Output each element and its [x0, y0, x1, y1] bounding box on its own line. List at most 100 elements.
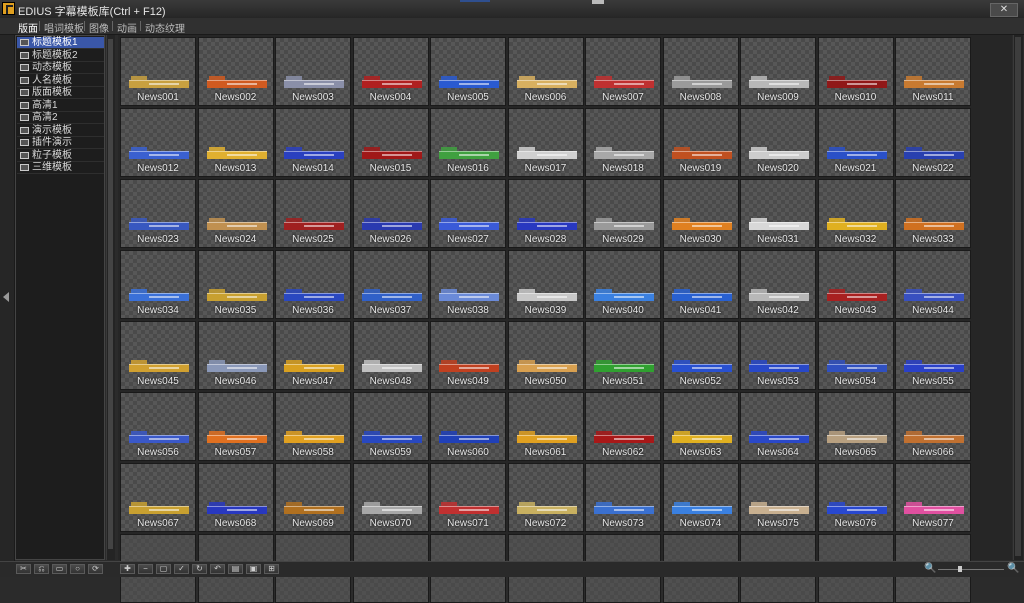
template-thumbnail[interactable]: News042	[740, 250, 816, 319]
tab-4[interactable]: 动态纹理	[145, 20, 185, 35]
tree-tool-button[interactable]: ▭	[52, 564, 67, 574]
template-thumbnail[interactable]: News036	[275, 250, 351, 319]
zoom-slider-thumb[interactable]	[957, 566, 962, 572]
template-thumbnail[interactable]: News010	[817, 37, 894, 106]
template-thumbnail[interactable]: News062	[585, 392, 661, 461]
grid-tool-button[interactable]: ✚	[120, 564, 135, 574]
grid-scrollbar-thumb[interactable]	[1015, 37, 1021, 556]
template-thumbnail[interactable]: News057	[197, 392, 274, 461]
template-thumbnail[interactable]: News023	[120, 179, 196, 248]
template-thumbnail[interactable]: News046	[197, 321, 274, 390]
template-thumbnail[interactable]: News053	[740, 321, 816, 390]
template-thumbnail[interactable]: News015	[352, 108, 429, 177]
template-thumbnail[interactable]: News069	[275, 463, 351, 532]
grid-tool-button[interactable]: ⊞	[264, 564, 279, 574]
template-thumbnail[interactable]: News009	[740, 37, 816, 106]
tree-item[interactable]: 插件演示	[17, 137, 104, 149]
template-thumbnail[interactable]: News075	[740, 463, 816, 532]
tree-scrollbar[interactable]	[106, 35, 115, 560]
template-thumbnail[interactable]: News047	[275, 321, 351, 390]
template-thumbnail[interactable]: News018	[585, 108, 661, 177]
template-thumbnail[interactable]: News063	[662, 392, 739, 461]
tree-item[interactable]: 三维模板	[17, 162, 104, 174]
template-thumbnail[interactable]: News040	[585, 250, 661, 319]
template-thumbnail[interactable]: News050	[507, 321, 584, 390]
template-thumbnail[interactable]: News024	[197, 179, 274, 248]
tree-tool-button[interactable]: ⟳	[88, 564, 103, 574]
template-thumbnail[interactable]: News061	[507, 392, 584, 461]
template-thumbnail[interactable]: News022	[895, 108, 971, 177]
template-thumbnail[interactable]: News043	[817, 250, 894, 319]
grid-tool-button[interactable]: ▤	[228, 564, 243, 574]
template-thumbnail[interactable]: News021	[817, 108, 894, 177]
template-thumbnail[interactable]: News026	[352, 179, 429, 248]
tree-item[interactable]: 演示模板	[17, 125, 104, 137]
tree-item[interactable]: 粒子模板	[17, 150, 104, 162]
zoom-in-icon[interactable]: 🔍	[1007, 563, 1019, 574]
template-thumbnail[interactable]: News070	[352, 463, 429, 532]
tree-item[interactable]: 标题模板2	[17, 50, 104, 62]
grid-tool-button[interactable]: ▣	[246, 564, 261, 574]
tab-2[interactable]: 图像	[89, 20, 109, 35]
panel-collapse-strip[interactable]	[0, 35, 15, 562]
template-thumbnail[interactable]: News037	[352, 250, 429, 319]
template-thumbnail[interactable]: News011	[895, 37, 971, 106]
template-thumbnail[interactable]: News054	[817, 321, 894, 390]
template-thumbnail[interactable]: News058	[275, 392, 351, 461]
template-thumbnail[interactable]: News008	[662, 37, 739, 106]
collapse-arrow-icon[interactable]	[3, 292, 9, 302]
template-thumbnail[interactable]: News017	[507, 108, 584, 177]
template-thumbnail[interactable]: News049	[430, 321, 506, 390]
template-thumbnail[interactable]: News039	[507, 250, 584, 319]
grid-tool-button[interactable]: ▢	[156, 564, 171, 574]
template-thumbnail[interactable]: News064	[740, 392, 816, 461]
grid-tool-button[interactable]: ✓	[174, 564, 189, 574]
template-thumbnail[interactable]: News035	[197, 250, 274, 319]
tree-item[interactable]: 高清2	[17, 112, 104, 124]
template-thumbnail[interactable]: News048	[352, 321, 429, 390]
template-thumbnail[interactable]: News071	[430, 463, 506, 532]
tree-item[interactable]: 标题模板1	[17, 37, 104, 49]
template-thumbnail[interactable]: News029	[585, 179, 661, 248]
grid-tool-button[interactable]: ↻	[192, 564, 207, 574]
template-thumbnail[interactable]: News045	[120, 321, 196, 390]
template-thumbnail[interactable]: News068	[197, 463, 274, 532]
tab-1[interactable]: 唱词模板	[44, 20, 84, 35]
template-thumbnail[interactable]: News003	[275, 37, 351, 106]
zoom-slider-track[interactable]	[938, 569, 1004, 570]
tree-item[interactable]: 动态模板	[17, 62, 104, 74]
template-thumbnail[interactable]: News002	[197, 37, 274, 106]
template-thumbnail[interactable]: News028	[507, 179, 584, 248]
template-thumbnail[interactable]: News033	[895, 179, 971, 248]
template-thumbnail[interactable]: News013	[197, 108, 274, 177]
template-thumbnail[interactable]: News012	[120, 108, 196, 177]
template-thumbnail[interactable]: News016	[430, 108, 506, 177]
template-thumbnail[interactable]: News073	[585, 463, 661, 532]
template-thumbnail[interactable]: News066	[895, 392, 971, 461]
tree-scrollbar-thumb[interactable]	[108, 39, 113, 549]
template-thumbnail[interactable]: News019	[662, 108, 739, 177]
template-thumbnail[interactable]: News001	[120, 37, 196, 106]
template-thumbnail[interactable]: News074	[662, 463, 739, 532]
template-thumbnail[interactable]: News076	[817, 463, 894, 532]
template-thumbnail[interactable]: News006	[507, 37, 584, 106]
template-thumbnail[interactable]: News059	[352, 392, 429, 461]
template-thumbnail[interactable]: News072	[507, 463, 584, 532]
template-thumbnail[interactable]: News031	[740, 179, 816, 248]
tree-tool-button[interactable]: ✂	[16, 564, 31, 574]
template-thumbnail[interactable]: News077	[895, 463, 971, 532]
template-thumbnail[interactable]: News060	[430, 392, 506, 461]
tree-tool-button[interactable]: ○	[70, 564, 85, 574]
template-thumbnail[interactable]: News041	[662, 250, 739, 319]
template-thumbnail[interactable]: News052	[662, 321, 739, 390]
template-thumbnail[interactable]: News044	[895, 250, 971, 319]
template-thumbnail[interactable]: News055	[895, 321, 971, 390]
template-thumbnail[interactable]: News065	[817, 392, 894, 461]
grid-tool-button[interactable]: −	[138, 564, 153, 574]
template-thumbnail[interactable]: News014	[275, 108, 351, 177]
tree-tool-button[interactable]: ⎌	[34, 564, 49, 574]
template-thumbnail[interactable]: News056	[120, 392, 196, 461]
tab-0[interactable]: 版面	[18, 20, 38, 35]
template-thumbnail[interactable]: News030	[662, 179, 739, 248]
template-thumbnail[interactable]: News004	[352, 37, 429, 106]
